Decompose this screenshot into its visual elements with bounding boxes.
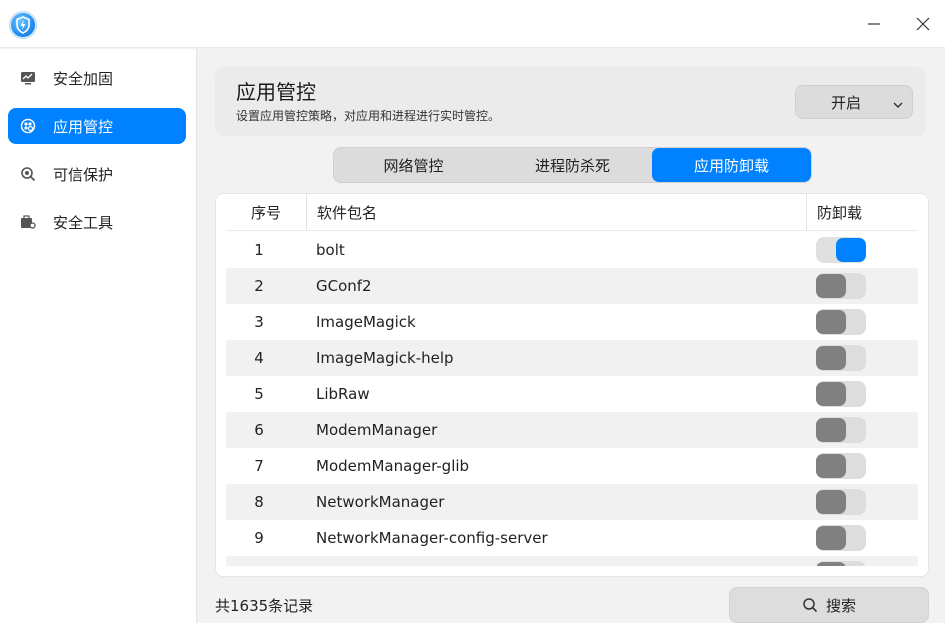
- anti-uninstall-toggle[interactable]: [816, 417, 866, 443]
- minimize-icon[interactable]: [862, 12, 886, 36]
- anti-uninstall-toggle[interactable]: [816, 237, 866, 263]
- sidebar-item-label: 应用管控: [53, 117, 114, 136]
- table-row[interactable]: 8 NetworkManager: [226, 484, 918, 520]
- table-row[interactable]: 2 GConf2: [226, 268, 918, 304]
- anti-uninstall-toggle[interactable]: [816, 561, 866, 566]
- row-index: 6: [254, 421, 264, 439]
- sidebar-item-label: 可信保护: [53, 165, 114, 184]
- toggle-knob: [816, 526, 846, 550]
- table-header: 序号 软件包名 防卸载: [226, 194, 918, 231]
- row-index: 1: [254, 241, 264, 259]
- toggle-knob: [816, 418, 846, 442]
- record-count: 共1635条记录: [215, 597, 314, 615]
- toggle-knob: [816, 562, 846, 566]
- row-package-name: ModemManager-glib: [316, 457, 470, 475]
- row-index: 4: [254, 349, 264, 367]
- toggle-knob: [816, 274, 846, 298]
- monitor-chart-icon: [20, 70, 36, 86]
- toolbox-icon: [20, 214, 36, 230]
- mode-select-value: 开启: [831, 93, 862, 112]
- mode-select[interactable]: 开启: [795, 85, 913, 119]
- anti-uninstall-toggle[interactable]: [816, 525, 866, 551]
- table-row[interactable]: 9 NetworkManager-config-server: [226, 520, 918, 556]
- row-index: 9: [254, 529, 264, 547]
- table-row[interactable]: 5 LibRaw: [226, 376, 918, 412]
- table-row[interactable]: 7 ModemManager-glib: [226, 448, 918, 484]
- toggle-knob: [816, 454, 846, 478]
- table-row[interactable]: 6 ModemManager: [226, 412, 918, 448]
- main-panel: 应用管控 设置应用管控策略，对应用和进程进行实时管控。 开启 网络管控 进程防杀…: [198, 49, 945, 623]
- row-package-name: ImageMagick: [316, 313, 416, 331]
- row-index: 8: [254, 493, 264, 511]
- shield-bolt-icon: [9, 11, 37, 39]
- row-package-name: GConf2: [316, 277, 372, 295]
- sidebar-item-app-control[interactable]: 应用管控: [8, 108, 186, 144]
- row-index: 2: [254, 277, 264, 295]
- anti-uninstall-toggle[interactable]: [816, 489, 866, 515]
- row-package-name: NetworkManager: [316, 493, 445, 511]
- header-card: 应用管控 设置应用管控策略，对应用和进程进行实时管控。 开启: [215, 67, 926, 136]
- row-package-name: NetworkManager-config-server: [316, 529, 548, 547]
- anti-uninstall-toggle[interactable]: [816, 345, 866, 371]
- row-package-name: LibRaw: [316, 385, 370, 403]
- trust-search-icon: [20, 166, 36, 182]
- row-package-name: NetworkManager-help: [316, 556, 481, 566]
- anti-uninstall-toggle[interactable]: [816, 381, 866, 407]
- table-row[interactable]: 4 ImageMagick-help: [226, 340, 918, 376]
- table-row[interactable]: 10 NetworkManager-help: [226, 556, 918, 566]
- sidebar-item-security-hardening[interactable]: 安全加固: [8, 60, 186, 96]
- page-title: 应用管控: [236, 80, 316, 104]
- row-index: 7: [254, 457, 264, 475]
- column-header-index[interactable]: 序号: [226, 194, 306, 231]
- title-bar: [0, 0, 945, 48]
- row-package-name: ModemManager: [316, 421, 438, 439]
- toggle-knob: [836, 238, 866, 262]
- row-index: 3: [254, 313, 264, 331]
- tab-bar: 网络管控 进程防杀死 应用防卸载: [333, 147, 812, 183]
- row-index: 10: [226, 556, 292, 566]
- sidebar-item-label: 安全工具: [53, 213, 114, 232]
- anti-uninstall-toggle[interactable]: [816, 273, 866, 299]
- tab-network-control[interactable]: 网络管控: [334, 148, 493, 182]
- app-control-icon: [20, 118, 36, 134]
- page-description: 设置应用管控策略，对应用和进程进行实时管控。: [236, 109, 501, 123]
- anti-uninstall-toggle[interactable]: [816, 309, 866, 335]
- toggle-knob: [816, 382, 846, 406]
- chevron-down-icon: [892, 96, 904, 115]
- close-icon[interactable]: [911, 12, 935, 36]
- tab-app-anti-uninstall[interactable]: 应用防卸载: [652, 148, 811, 182]
- toggle-knob: [816, 346, 846, 370]
- anti-uninstall-toggle[interactable]: [816, 453, 866, 479]
- search-icon: [802, 597, 818, 613]
- table-row[interactable]: 3 ImageMagick: [226, 304, 918, 340]
- table-body[interactable]: 1 bolt 2 GConf2 3 ImageMagick 4 ImageMag…: [226, 232, 918, 566]
- package-table: 序号 软件包名 防卸载 1 bolt 2 GConf2 3 ImageMagic…: [215, 193, 929, 577]
- row-index: 5: [254, 385, 264, 403]
- sidebar-item-label: 安全加固: [53, 69, 114, 88]
- sidebar-item-security-tools[interactable]: 安全工具: [8, 204, 186, 240]
- toggle-knob: [816, 310, 846, 334]
- search-button-label: 搜索: [825, 596, 856, 615]
- sidebar-item-trusted-protection[interactable]: 可信保护: [8, 156, 186, 192]
- row-package-name: bolt: [316, 241, 345, 259]
- toggle-knob: [816, 490, 846, 514]
- column-header-package-name[interactable]: 软件包名: [306, 194, 806, 231]
- row-package-name: ImageMagick-help: [316, 349, 454, 367]
- search-button[interactable]: 搜索: [729, 587, 929, 623]
- column-header-anti-uninstall[interactable]: 防卸载: [806, 194, 918, 231]
- sidebar: 安全加固 应用管控 可信保护 安全工具: [0, 49, 197, 623]
- table-row[interactable]: 1 bolt: [226, 232, 918, 268]
- tab-process-anti-kill[interactable]: 进程防杀死: [493, 148, 652, 182]
